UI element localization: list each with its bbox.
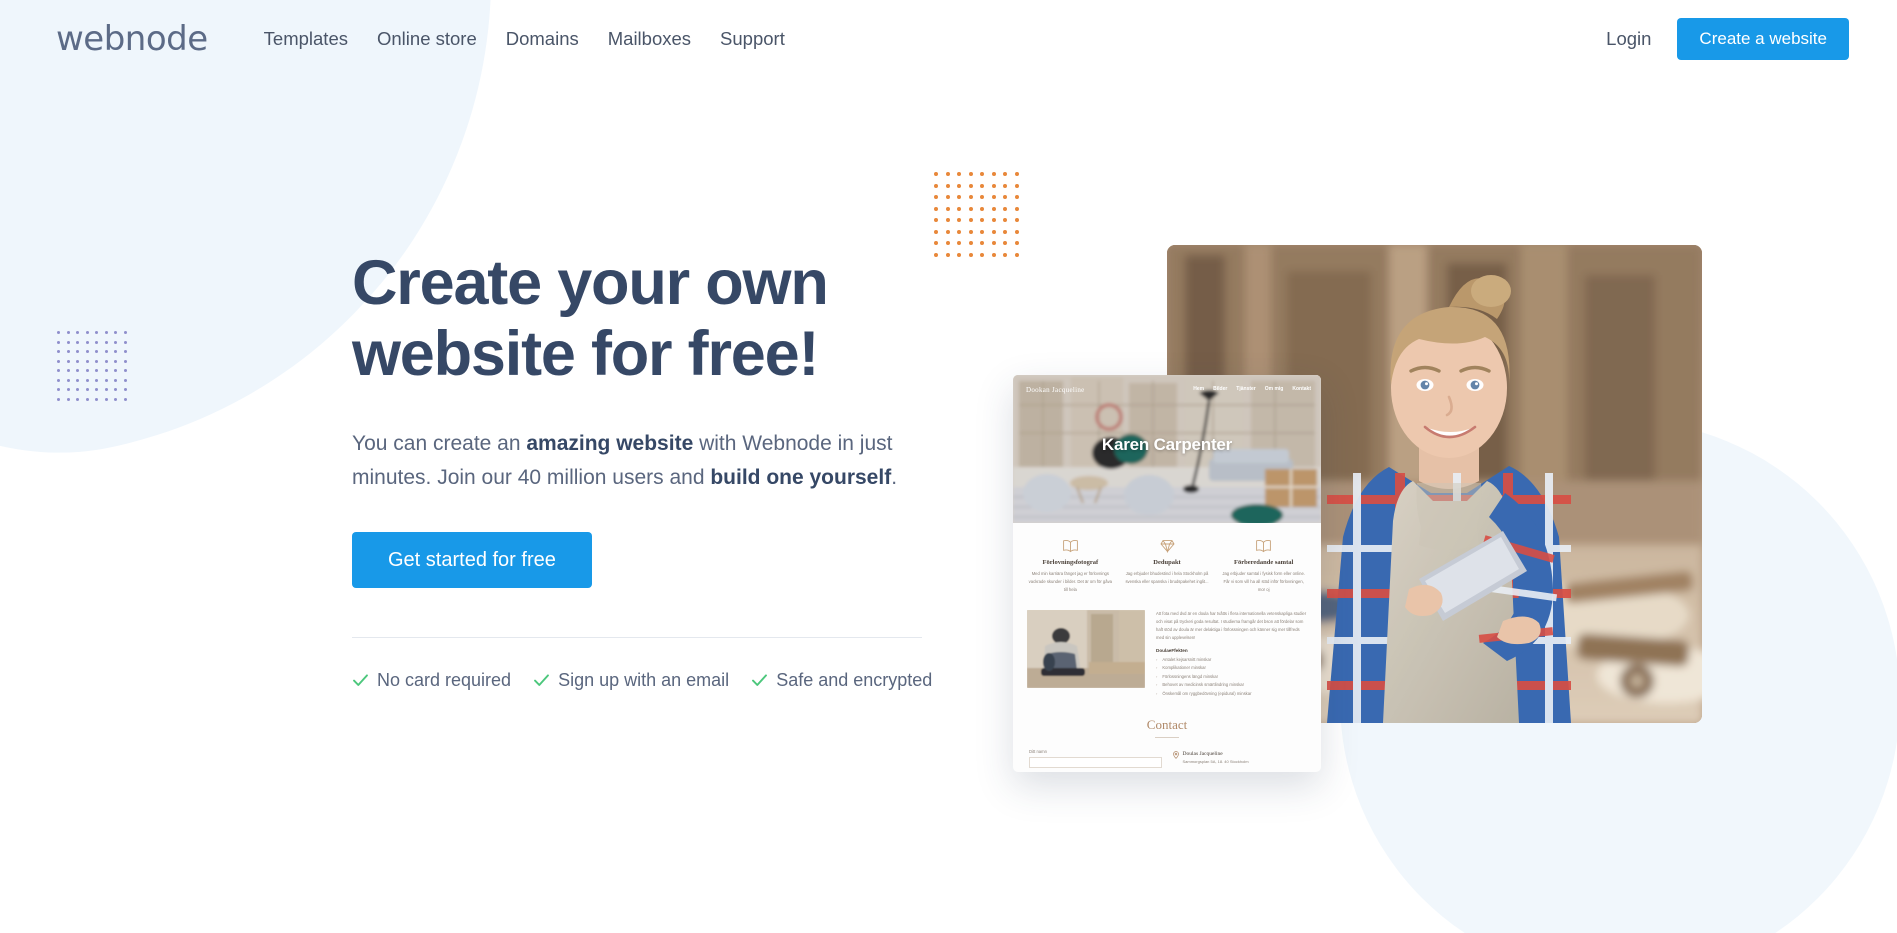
mockup-body: Förlovningsfotograf Med min karriära fän… [1013, 523, 1321, 768]
mockup-list-item-label: Komplikationer minskar [1162, 665, 1206, 671]
check-icon [533, 672, 550, 689]
mockup-content-text: Att fota med dvd är en doula har tvåtts … [1156, 610, 1307, 696]
headline-line-1: Create your own [352, 248, 829, 318]
check-icon [352, 672, 369, 689]
mockup-address-block: Doulas Jacqueline Sammorgsplan 5A, 18. 4… [1172, 749, 1306, 768]
feature-label: Sign up with an email [558, 670, 730, 691]
nav-item-domains[interactable]: Domains [506, 28, 579, 50]
feature-label: No card required [377, 670, 512, 691]
mockup-content-image [1027, 610, 1145, 689]
bullet-icon: › [1156, 673, 1158, 679]
feature-label: Safe and encrypted [776, 670, 933, 691]
mockup-content-section: Att fota med dvd är en doula har tvåtts … [1027, 610, 1307, 696]
website-template-mockup[interactable]: Dookan Jacqueline Hem Bilder Tjänster Om… [1013, 375, 1321, 772]
mockup-contact-form: Ditt namn Doulas Jacqueline Sammorgsplan… [1027, 749, 1307, 768]
webnode-logo[interactable]: webnode [56, 22, 208, 56]
diamond-icon [1124, 537, 1211, 554]
mockup-name-label: Ditt namn [1029, 748, 1047, 754]
mockup-feature-columns: Förlovningsfotograf Med min karriära fän… [1027, 537, 1307, 593]
mockup-list-item: › Önskemål om ryggbedövning (epidural) mi… [1156, 691, 1307, 696]
mockup-name-field[interactable]: Ditt namn [1029, 749, 1162, 768]
feature-safe-and-encrypted: Safe and encrypted [751, 670, 932, 691]
feature-sign-up-with-an-email: Sign up with an email [533, 670, 729, 691]
check-icon [751, 672, 768, 689]
mockup-column-body: Jag erbjuder bhudestind i hela Stockholm… [1125, 571, 1209, 584]
mockup-navigation: Hem Bilder Tjänster Om mig Kontakt [1193, 386, 1311, 392]
mockup-column-heading: Förberedande samtal [1234, 559, 1294, 566]
site-header: webnode Templates Online store Domains M… [0, 0, 1897, 78]
page-title: Create your own website for free! [352, 248, 952, 390]
mockup-column: Förberedande samtal Jag erbjuder samtal … [1220, 537, 1307, 593]
book-icon [1220, 537, 1307, 554]
get-started-for-free-button[interactable]: Get started for free [352, 532, 592, 589]
mockup-nav-item: Om mig [1264, 386, 1284, 392]
header-actions: Login Create a website [1606, 18, 1849, 60]
mockup-list-item-label: Antalet kejsarsnitt minskar [1162, 656, 1212, 662]
mockup-column: Förlovningsfotograf Med min karriära fän… [1027, 537, 1114, 593]
divider [352, 637, 922, 639]
subtext-bold-1: amazing website [526, 432, 694, 456]
mockup-column-body: Jag erbjuder samtal i fysisk form eller … [1222, 571, 1305, 592]
location-pin-icon [1172, 751, 1179, 768]
feature-list: No card required Sign up with an email S… [352, 670, 952, 691]
nav-item-mailboxes[interactable]: Mailboxes [608, 28, 691, 50]
mockup-address-name: Doulas Jacqueline [1182, 750, 1223, 757]
mockup-hero-title: Karen Carpenter [1101, 435, 1233, 454]
mockup-hero: Dookan Jacqueline Hem Bilder Tjänster Om… [1013, 375, 1321, 523]
mockup-list-heading: DoulaeFfekten [1156, 648, 1188, 654]
webnode-landing-page: webnode Templates Online store Domains M… [0, 0, 1897, 933]
bullet-icon: › [1156, 656, 1158, 662]
mockup-list-item: › Komplikationer minskar [1156, 665, 1307, 670]
mockup-list-item: › Förlossningens längd minskar [1156, 674, 1307, 679]
mockup-column-heading: Dedupakt [1153, 559, 1181, 566]
mockup-contact-title: Contact [1146, 716, 1188, 732]
main-navigation: Templates Online store Domains Mailboxes… [264, 28, 785, 50]
hero-subtext: You can create an amazing website with W… [352, 427, 922, 495]
mockup-column: Dedupakt Jag erbjuder bhudestind i hela … [1124, 537, 1211, 593]
mockup-address-line: Sammorgsplan 5A, 18. 40 Stockholm [1182, 758, 1249, 764]
mockup-list-item-label: Förlossningens längd minskar [1162, 673, 1218, 679]
mockup-list-item-label: Behovet av medicinsk smärtlindring minsk… [1162, 682, 1245, 688]
mockup-list-item: › Behovet av medicinsk smärtlindring mins… [1156, 682, 1307, 687]
dot-grid-purple [57, 331, 127, 401]
subtext-part-1: You can create an [352, 432, 527, 456]
mockup-column-body: Med min karriära fänget jag er förlovnin… [1028, 571, 1112, 592]
hero-content: Create your own website for free! You ca… [352, 248, 952, 691]
book-icon [1027, 537, 1114, 554]
subtext-bold-2: build one yourself [710, 466, 892, 490]
nav-item-templates[interactable]: Templates [264, 28, 348, 50]
mockup-list-item: › Antalet kejsarsnitt minskar [1156, 657, 1307, 662]
mockup-nav-item: Kontakt [1292, 386, 1311, 392]
headline-line-2: website for free! [352, 319, 819, 390]
subtext-part-3: . [891, 466, 898, 490]
nav-item-online-store[interactable]: Online store [377, 28, 477, 50]
feature-no-card-required: No card required [352, 670, 511, 691]
mockup-list-item-label: Önskemål om ryggbedövning (epidural) min… [1162, 690, 1252, 696]
mockup-paragraph: Att fota med dvd är en doula har tvåtts … [1156, 611, 1307, 640]
mockup-logo: Dookan Jacqueline [1026, 386, 1085, 394]
mockup-contact-section: Contact [1027, 717, 1307, 738]
bullet-icon: › [1156, 665, 1158, 671]
mockup-nav-item: Bilder [1213, 386, 1228, 392]
login-link[interactable]: Login [1606, 28, 1651, 50]
mockup-column-heading: Förlovningsfotograf [1042, 559, 1099, 566]
create-a-website-button[interactable]: Create a website [1677, 18, 1849, 60]
mockup-nav-item: Hem [1193, 386, 1205, 392]
mockup-contact-rule [1155, 736, 1179, 738]
bullet-icon: › [1156, 690, 1158, 696]
bullet-icon: › [1156, 682, 1158, 688]
dot-grid-orange [934, 172, 1019, 257]
nav-item-support[interactable]: Support [720, 28, 785, 50]
mockup-nav-item: Tjänster [1236, 386, 1256, 392]
mockup-name-input[interactable] [1029, 756, 1162, 768]
